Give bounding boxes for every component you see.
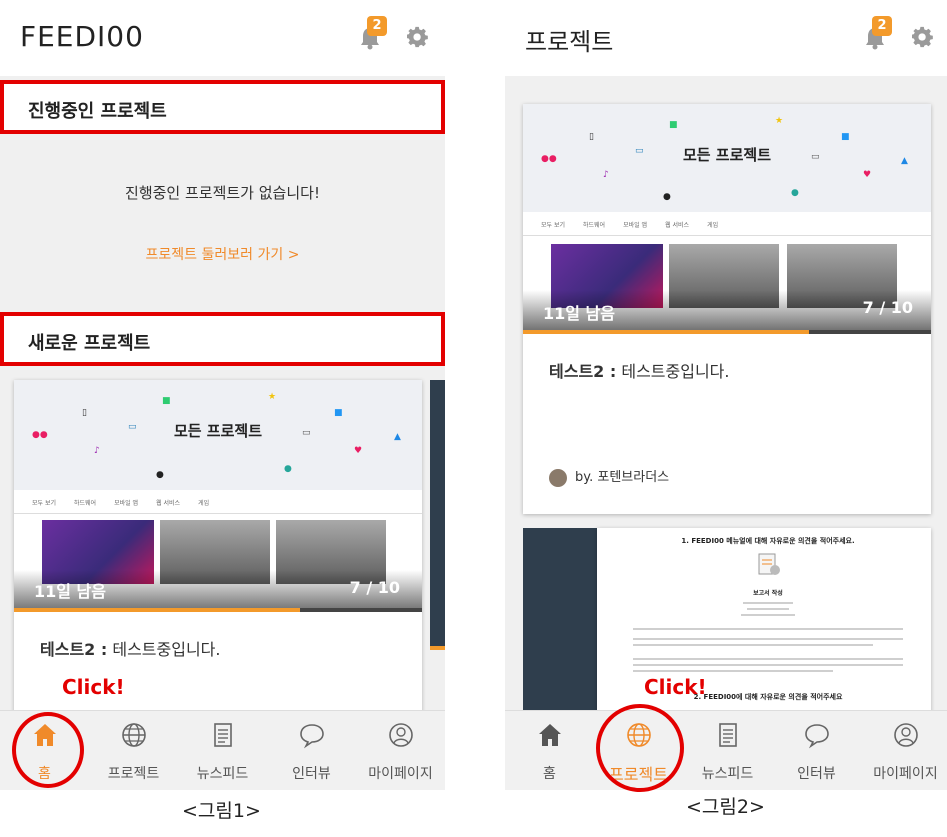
survey-question-1: 1. FEEDI00 메뉴얼에 대해 자유로운 의견을 적어주세요.	[681, 537, 855, 545]
nav-newsfeed[interactable]: 뉴스피드	[178, 711, 267, 790]
project-card[interactable]: ▯ ■ ★ ●● ▭ ■ ▭ ▲ ♪ ♥ ● ● 모든 프로젝트 모두 보기 하드…	[523, 104, 931, 514]
highlight-circle	[12, 712, 84, 788]
preview-tabs: 모두 보기 하드웨어 모바일 앱웹 서비스 게임	[14, 490, 422, 514]
app-bar: FEEDI00 2	[0, 0, 445, 76]
card-left-panel	[523, 528, 597, 728]
page-title: 프로젝트	[525, 28, 614, 56]
nav-home[interactable]: 홈	[505, 711, 594, 790]
click-annotation: Click!	[644, 675, 707, 699]
browse-projects-link[interactable]: 프로젝트 둘러보러 가기 >	[0, 244, 445, 264]
nav-label: 인터뷰	[797, 766, 836, 782]
ongoing-projects-title: 진행중인 프로젝트	[28, 101, 167, 122]
progress-fill	[14, 608, 300, 612]
preview-title: 모든 프로젝트	[682, 146, 772, 164]
gear-icon[interactable]	[912, 26, 934, 48]
preview-tabs: 모두 보기 하드웨어 모바일 앱웹 서비스 게임	[523, 212, 931, 236]
new-projects-header: 새로운 프로젝트	[0, 312, 445, 366]
nav-label: 인터뷰	[292, 766, 331, 782]
project-card[interactable]: ▯ ■ ★ ●● ▭ ■ ▭ ▲ ♪ ♥ ● ● 모든 프로젝트 모두 보기 하드…	[14, 380, 422, 720]
new-projects-title: 새로운 프로젝트	[28, 333, 151, 354]
document-icon	[214, 723, 232, 747]
figure1-screen: FEEDI00 2 진행중인 프로젝트 진행중인 프로젝트가 없습니다! 프로젝…	[0, 0, 445, 790]
participant-count: 7 / 10	[862, 298, 913, 317]
app-bar: 프로젝트 2	[505, 0, 947, 76]
user-icon	[389, 723, 413, 747]
app-logo: FEEDI00	[20, 20, 144, 53]
empty-message: 진행중인 프로젝트가 없습니다!	[125, 184, 320, 202]
project-preview: ▯ ■ ★ ●● ▭ ■ ▭ ▲ ♪ ♥ ● ● 모든 프로젝트	[14, 380, 422, 490]
highlight-circle	[596, 704, 684, 792]
chat-bubble-icon	[300, 724, 324, 749]
avatar	[549, 468, 567, 487]
globe-icon	[122, 723, 146, 747]
project-preview: ▯ ■ ★ ●● ▭ ■ ▭ ▲ ♪ ♥ ● ● 모든 프로젝트	[523, 104, 931, 212]
bottom-nav: 홈 프로젝트 뉴스피드 인터뷰 마이페이지	[505, 710, 947, 790]
report-title: 보고서 작성	[753, 590, 783, 597]
figure2-caption: <그림2>	[686, 796, 765, 818]
notification-badge: 2	[367, 16, 387, 36]
nav-interview[interactable]: 인터뷰	[267, 711, 356, 790]
nav-label: 뉴스피드	[701, 766, 754, 782]
gear-icon[interactable]	[407, 26, 429, 48]
participant-count: 7 / 10	[349, 578, 400, 597]
project-author: by. 포텐브라더스	[549, 466, 669, 487]
preview-title: 모든 프로젝트	[173, 422, 263, 440]
nav-label: 마이페이지	[368, 766, 433, 782]
nav-mypage[interactable]: 마이페이지	[356, 711, 445, 790]
nav-mypage[interactable]: 마이페이지	[861, 711, 947, 790]
nav-label: 뉴스피드	[196, 766, 249, 782]
nav-newsfeed[interactable]: 뉴스피드	[683, 711, 772, 790]
figure1-caption: <그림1>	[182, 800, 261, 822]
project-title: 테스트2 : 테스트중입니다.	[40, 640, 221, 659]
figure2-screen: 프로젝트 2 ▯ ■ ★ ●● ▭ ■ ▭ ▲ ♪ ♥ ● ● 모든 프로젝트	[505, 0, 947, 790]
nav-label: 홈	[543, 766, 556, 782]
chat-bubble-icon	[805, 724, 829, 749]
progress-bar	[14, 608, 422, 612]
nav-label: 프로젝트	[107, 766, 160, 782]
document-icon	[719, 723, 737, 747]
progress-fill	[523, 330, 809, 334]
ongoing-projects-header: 진행중인 프로젝트	[0, 80, 445, 134]
remaining-days: 11일 남음	[34, 582, 106, 601]
notification-badge: 2	[872, 16, 892, 36]
next-card-peek[interactable]	[430, 380, 445, 650]
progress-bar	[523, 330, 931, 334]
home-icon	[539, 724, 561, 746]
project-title: 테스트2 : 테스트중입니다.	[549, 362, 730, 381]
nav-label: 마이페이지	[873, 766, 938, 782]
click-annotation: Click!	[62, 675, 125, 699]
report-icon	[758, 553, 780, 575]
user-icon	[894, 723, 918, 747]
nav-interview[interactable]: 인터뷰	[772, 711, 861, 790]
nav-projects[interactable]: 프로젝트	[89, 711, 178, 790]
remaining-days: 11일 남음	[543, 304, 615, 323]
